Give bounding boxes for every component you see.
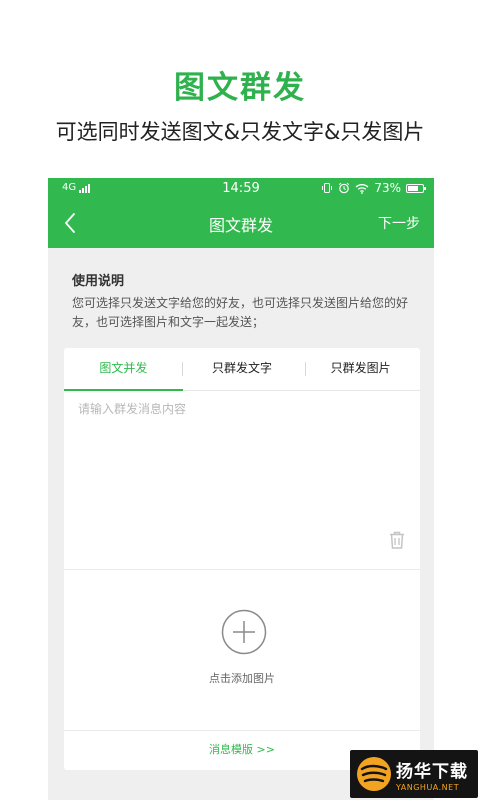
tab-divider [305,362,306,376]
watermark-name-cn: 扬华下载 [396,761,468,782]
yanghua-logo-icon [357,757,391,791]
alarm-icon [339,182,350,194]
help-text: 您可选择只发送文字给您的好友，也可选择只发送图片给您的好友，也可选择图片和文字一… [72,296,409,329]
status-icons: 73% [321,181,426,195]
wifi-icon [355,183,369,194]
watermark-logo: 扬华下载 YANGHUA.NET [350,750,478,798]
section-divider [64,730,420,731]
promo-title: 图文群发 [174,70,306,106]
navigation-bar: 图文群发 下一步 [48,200,434,248]
trash-icon[interactable] [388,530,406,550]
vibrate-icon [322,183,333,193]
tab-divider [182,362,183,376]
battery-icon [406,183,426,193]
promo-subtitle: 可选同时发送图文&只发文字&只发图片 [55,120,425,144]
message-input[interactable] [78,400,398,520]
tab-text-only[interactable]: 只群发文字 [183,348,302,390]
send-mode-tabs: 图文并发 只群发文字 只群发图片 [64,348,420,391]
help-title: 使用说明 [72,274,125,289]
add-image-icon[interactable] [221,609,267,655]
watermark-name-en: YANGHUA.NET [396,782,460,792]
next-step-button[interactable]: 下一步 [378,213,420,233]
battery-percent: 73% [374,181,401,195]
tab-text-and-image[interactable]: 图文并发 [64,348,183,391]
section-divider [64,569,420,570]
phone-screen: 4G 14:59 73% 图文群发 下一步 使用说明 您可选择只发送文字给您的好… [48,178,434,800]
status-bar: 4G 14:59 73% [48,178,434,200]
add-image-label[interactable]: 点击添加图片 [64,670,420,686]
page-title: 图文群发 [208,216,273,235]
compose-card: 图文并发 只群发文字 只群发图片 点击添加图片 消息模版 >> [64,348,420,770]
tab-image-only[interactable]: 只群发图片 [301,348,420,390]
watermark-text: 扬华下载 YANGHUA.NET [396,757,468,792]
